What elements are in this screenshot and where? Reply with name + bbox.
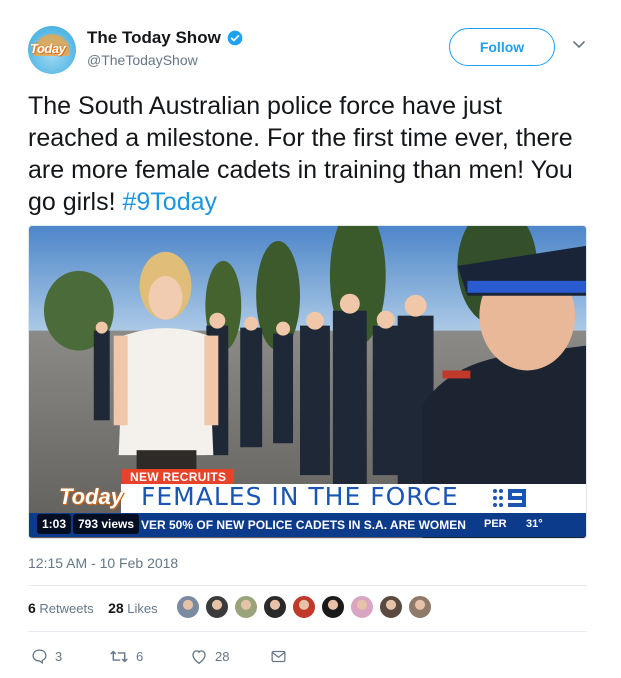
tweet-stats: 6 Retweets 28 Likes bbox=[28, 600, 158, 616]
retweets-stat[interactable]: 6 Retweets bbox=[28, 600, 94, 616]
tv-weather-city: PER bbox=[484, 518, 507, 530]
likes-stat[interactable]: 28 Likes bbox=[108, 600, 158, 616]
divider bbox=[28, 585, 587, 586]
liker-avatar[interactable] bbox=[350, 595, 374, 619]
video-views-badge: 793 views bbox=[73, 514, 140, 534]
liker-avatar[interactable] bbox=[408, 595, 432, 619]
divider bbox=[28, 631, 587, 632]
direct-message-action[interactable] bbox=[270, 647, 294, 665]
liker-avatar[interactable] bbox=[176, 595, 200, 619]
tweet-body: The South Australian police force have j… bbox=[28, 92, 573, 216]
account-handle[interactable]: @TheTodayShow bbox=[87, 52, 198, 68]
account-name[interactable]: The Today Show bbox=[87, 28, 221, 48]
liker-avatar[interactable] bbox=[263, 595, 287, 619]
today-show-logo: Today bbox=[59, 484, 123, 509]
hashtag-link[interactable]: #9Today bbox=[122, 188, 217, 216]
tv-ticker-text: VER 50% OF NEW POLICE CADETS IN S.A. ARE… bbox=[141, 518, 466, 532]
reply-action[interactable]: 3 bbox=[31, 647, 62, 665]
liker-avatar[interactable] bbox=[379, 595, 403, 619]
retweet-count: 6 bbox=[136, 648, 144, 664]
chevron-down-icon[interactable] bbox=[572, 40, 586, 50]
liker-avatar[interactable] bbox=[321, 595, 345, 619]
avatar-logo-text: Today bbox=[30, 41, 66, 56]
video-player[interactable]: NEW RECRUITS FEMALES IN THE FORCE VER 50… bbox=[28, 225, 587, 539]
tv-headline: FEMALES IN THE FORCE bbox=[141, 482, 459, 511]
retweet-icon bbox=[110, 650, 128, 662]
retweet-action[interactable]: 6 bbox=[109, 647, 143, 665]
liker-avatar[interactable] bbox=[292, 595, 316, 619]
follow-button[interactable]: Follow bbox=[449, 28, 555, 66]
reply-icon bbox=[32, 648, 47, 664]
tweet-text: The South Australian police force have j… bbox=[28, 90, 593, 218]
liker-avatar[interactable] bbox=[205, 595, 229, 619]
like-count: 28 bbox=[215, 648, 230, 664]
like-action[interactable]: 28 bbox=[190, 647, 229, 665]
tv-weather-temp: 31° bbox=[526, 518, 543, 530]
tweet-timestamp[interactable]: 12:15 AM - 10 Feb 2018 bbox=[28, 555, 178, 571]
reply-count: 3 bbox=[55, 648, 63, 664]
heart-icon bbox=[192, 649, 206, 664]
envelope-icon bbox=[271, 650, 286, 662]
channel-nine-logo-icon bbox=[493, 489, 526, 507]
liker-avatar[interactable] bbox=[234, 595, 258, 619]
video-duration-badge: 1:03 bbox=[37, 514, 72, 534]
avatar[interactable]: Today bbox=[28, 26, 76, 74]
verified-badge-icon bbox=[227, 30, 243, 46]
